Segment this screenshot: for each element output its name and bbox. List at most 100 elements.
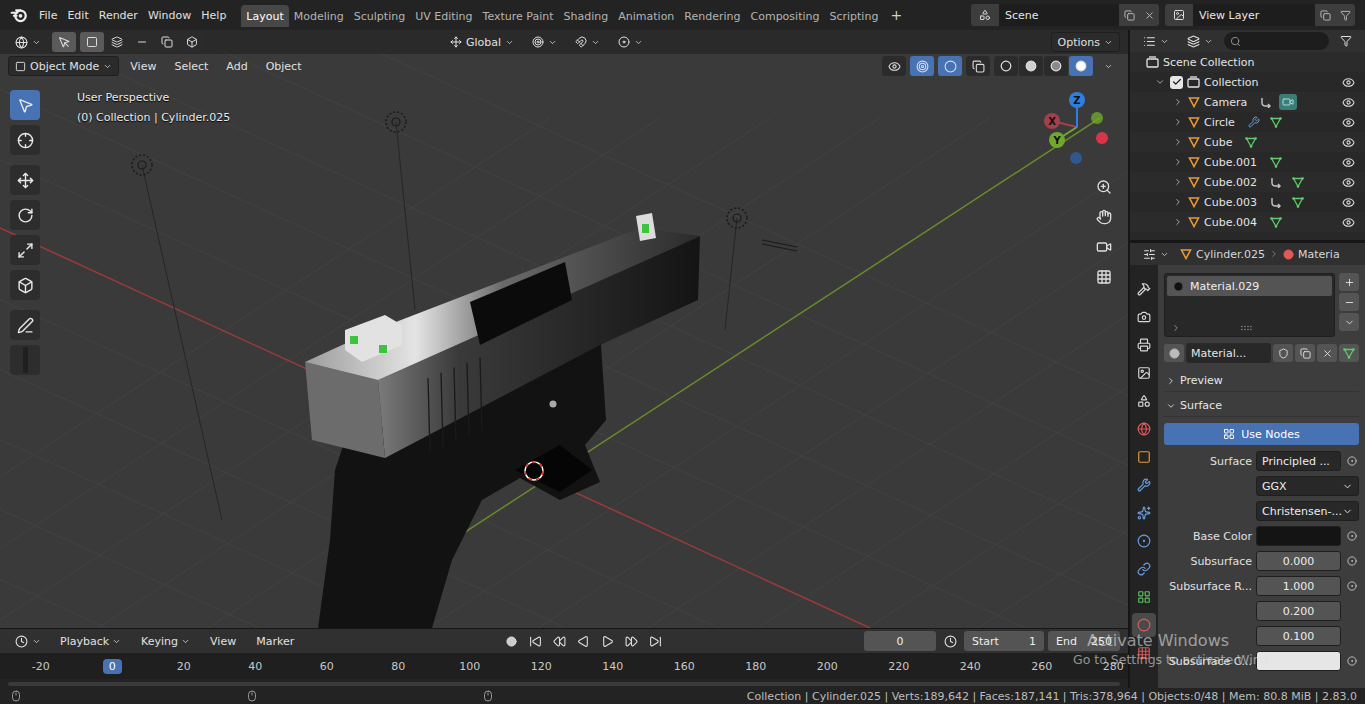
menu-item[interactable]: File (34, 6, 62, 25)
shading-button[interactable] (994, 56, 1018, 76)
filter-button[interactable] (1333, 31, 1359, 51)
expand-toggle[interactable] (1154, 77, 1166, 87)
properties-tab[interactable] (1132, 361, 1156, 385)
outliner-row[interactable]: Cube.003 (1130, 192, 1365, 212)
panel-header[interactable]: Preview (1164, 370, 1359, 392)
mesh-badge[interactable] (1289, 194, 1307, 210)
view-layer-selector[interactable]: View Layer (1165, 4, 1355, 26)
visibility-toggle[interactable] (882, 56, 906, 76)
frame-ruler[interactable]: -200204060801001201401601802002202402602… (0, 653, 1128, 679)
current-frame-field[interactable]: 0 (864, 631, 936, 651)
menu-item[interactable]: Edit (62, 6, 93, 25)
light-object[interactable] (132, 155, 222, 520)
jump-start-button[interactable] (525, 631, 545, 651)
visibility-toggle[interactable] (1342, 196, 1355, 209)
color-swatch[interactable] (1256, 526, 1341, 546)
ortho-toggle-button[interactable] (1091, 264, 1117, 290)
workspace-tab[interactable]: Compositing (746, 5, 825, 27)
options-dropdown[interactable]: Options (1051, 32, 1120, 52)
menu-item[interactable]: Render (94, 6, 143, 25)
add-workspace-button[interactable]: + (883, 5, 909, 25)
outliner-label[interactable]: Cube.002 (1204, 176, 1257, 189)
expand-toggle[interactable] (1172, 97, 1184, 107)
viewport-menu[interactable]: View (123, 56, 163, 76)
select-mode-button[interactable] (130, 32, 154, 52)
zoom-button[interactable] (1091, 174, 1117, 200)
visibility-toggle[interactable] (1342, 216, 1355, 229)
expand-toggle[interactable] (1172, 197, 1184, 207)
workspace-tab[interactable]: Animation (613, 5, 679, 27)
socket-button[interactable] (1345, 581, 1359, 591)
socket-button[interactable] (1345, 556, 1359, 566)
light-object[interactable] (386, 112, 415, 310)
outliner-label[interactable]: Scene Collection (1163, 56, 1254, 69)
outliner-row[interactable]: Cube.004 (1130, 212, 1365, 232)
copy-view-layer-button[interactable] (1315, 4, 1335, 26)
outliner-label[interactable]: Collection (1204, 76, 1258, 89)
properties-tab[interactable] (1132, 389, 1156, 413)
select-mode-button[interactable] (180, 32, 204, 52)
expand-toggle[interactable] (1172, 117, 1184, 127)
outliner-row[interactable]: Cube.002 (1130, 172, 1365, 192)
collection-checkbox[interactable] (1170, 76, 1183, 89)
scene-browse-button[interactable] (971, 4, 999, 26)
constraint-badge[interactable] (1257, 94, 1275, 110)
navigation-gizmo[interactable]: XYZ (1032, 84, 1122, 170)
jump-end-button[interactable] (645, 631, 665, 651)
outliner-label[interactable]: Cube.001 (1204, 156, 1257, 169)
add-slot-button[interactable] (1339, 273, 1359, 291)
shading-button[interactable] (1019, 56, 1043, 76)
viewport-menu[interactable]: Object (259, 56, 309, 76)
mesh-badge[interactable] (1242, 134, 1260, 150)
play-button[interactable] (597, 631, 617, 651)
xray-toggle[interactable] (966, 56, 990, 76)
panel-header[interactable]: Surface (1164, 395, 1359, 417)
pivot-dropdown[interactable] (525, 32, 564, 52)
timeline-menu[interactable]: View (202, 633, 244, 650)
tool-button[interactable] (10, 165, 40, 195)
visibility-toggle[interactable] (1342, 116, 1355, 129)
visibility-toggle[interactable] (1342, 156, 1355, 169)
mesh-badge[interactable] (1289, 174, 1307, 190)
select-mode-button[interactable] (80, 32, 104, 52)
expand-toggle[interactable] (1172, 137, 1184, 147)
next-keyframe-button[interactable] (621, 631, 641, 651)
outliner-row[interactable]: Cube (1130, 132, 1365, 152)
properties-tab[interactable] (1132, 277, 1156, 301)
value-field[interactable]: Christensen-... (1256, 501, 1359, 521)
expand-toggle[interactable] (1172, 177, 1184, 187)
axis-handle[interactable]: X (1044, 113, 1077, 129)
snap-toggle[interactable] (568, 32, 607, 52)
timeline-menu[interactable]: Marker (248, 633, 302, 650)
outliner-label[interactable]: Camera (1204, 96, 1247, 109)
expand-toggle[interactable] (1172, 157, 1184, 167)
outliner-search[interactable] (1224, 32, 1329, 50)
record-button[interactable] (501, 631, 521, 651)
timeline-menu[interactable]: Playback (52, 633, 129, 650)
workspace-tab[interactable]: Modeling (289, 5, 349, 27)
properties-tab[interactable] (1132, 305, 1156, 329)
slot-row[interactable]: Material.029 (1167, 276, 1332, 296)
proportional-toggle[interactable] (611, 32, 650, 52)
resize-grip-icon[interactable] (1241, 325, 1253, 331)
number-field[interactable]: 0.200 (1256, 601, 1341, 621)
tool-button[interactable] (10, 310, 40, 340)
properties-tab[interactable] (1132, 557, 1156, 581)
outliner-label[interactable]: Circle (1204, 116, 1235, 129)
display-mode-button[interactable] (1180, 31, 1220, 51)
axis-handle[interactable]: Y (1049, 127, 1077, 148)
socket-button[interactable] (1345, 656, 1359, 666)
filter-view-layer-button[interactable] (1335, 4, 1355, 26)
outliner-row[interactable]: Cube.001 (1130, 152, 1365, 172)
shading-button[interactable] (1044, 56, 1068, 76)
fake-user-button[interactable] (1273, 344, 1293, 362)
overlay-toggle[interactable] (938, 56, 962, 76)
shading-button[interactable] (1069, 56, 1093, 76)
gizmo-toggle[interactable] (910, 56, 934, 76)
value-field[interactable]: Principled ... (1256, 451, 1341, 471)
visibility-toggle[interactable] (1342, 76, 1355, 89)
properties-tab[interactable] (1132, 417, 1156, 441)
mode-dropdown[interactable]: Object Mode (8, 56, 119, 76)
select-mode-button[interactable] (155, 32, 179, 52)
camera-view-button[interactable] (1091, 234, 1117, 260)
